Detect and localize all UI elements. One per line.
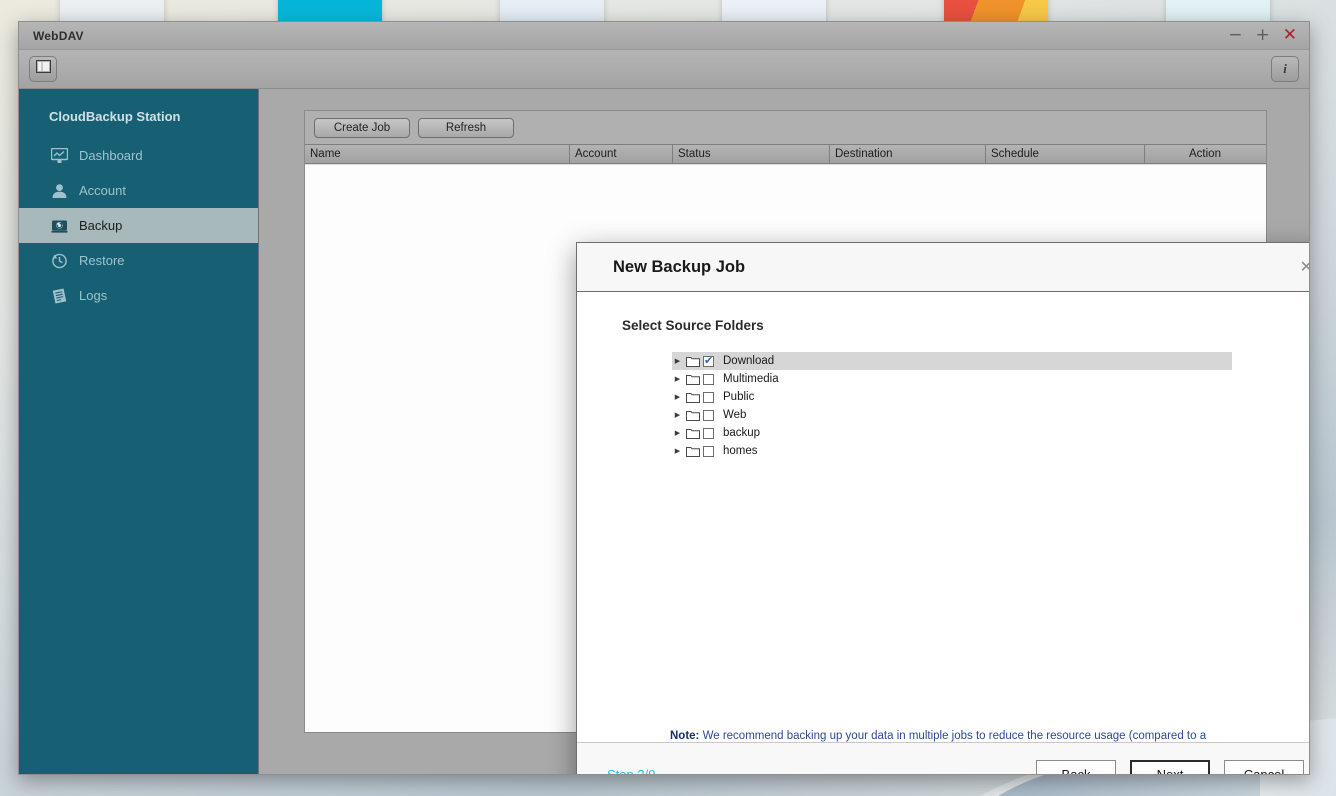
- expand-chevron-icon[interactable]: ▶: [672, 411, 683, 419]
- sidebar-item-dashboard[interactable]: Dashboard: [19, 138, 258, 173]
- folder-icon: [686, 391, 700, 403]
- minimize-icon[interactable]: −: [1228, 27, 1242, 44]
- sidebar-item-label: Restore: [79, 253, 125, 268]
- next-button[interactable]: Next: [1130, 759, 1210, 774]
- column-header-schedule[interactable]: Schedule: [986, 145, 1145, 163]
- desktop: WebDAV − + ✕ i CloudBackup Station Dashb…: [0, 0, 1336, 796]
- folder-checkbox[interactable]: [703, 409, 714, 421]
- sidebar-item-label: Dashboard: [79, 148, 143, 163]
- panel-toggle-icon: [35, 60, 51, 78]
- column-header-destination[interactable]: Destination: [830, 145, 986, 163]
- dashboard-icon: [51, 147, 68, 164]
- column-header-account[interactable]: Account: [570, 145, 673, 163]
- jobs-toolbar: Create Job Refresh: [305, 111, 1266, 144]
- tree-row-label: Public: [723, 391, 755, 403]
- new-backup-job-dialog: New Backup Job ✕ Select Source Folders ▶: [576, 242, 1309, 774]
- info-button[interactable]: i: [1271, 56, 1299, 82]
- sidebar-item-account[interactable]: Account: [19, 173, 258, 208]
- dialog-close-icon[interactable]: ✕: [1300, 259, 1309, 275]
- folder-checkbox[interactable]: [703, 445, 714, 457]
- folder-icon: [686, 373, 700, 385]
- clock-restore-icon: [51, 252, 68, 269]
- backup-drive-icon: [51, 217, 68, 234]
- window-body: CloudBackup Station Dashboard Account Ba…: [19, 89, 1309, 774]
- folder-icon: [686, 445, 700, 457]
- folder-icon: [686, 427, 700, 439]
- sidebar-item-backup[interactable]: Backup: [19, 208, 258, 243]
- expand-chevron-icon[interactable]: ▶: [672, 429, 683, 437]
- content-area: Create Job Refresh Name Account Status D…: [259, 89, 1309, 774]
- column-header-name[interactable]: Name: [305, 145, 570, 163]
- window-controls: − + ✕: [1228, 27, 1303, 44]
- refresh-button[interactable]: Refresh: [418, 117, 514, 138]
- sidebar-item-logs[interactable]: Logs: [19, 278, 258, 313]
- maximize-icon[interactable]: +: [1256, 27, 1270, 44]
- user-icon: [51, 182, 68, 199]
- folder-icon: [686, 355, 700, 367]
- sidebar: CloudBackup Station Dashboard Account Ba…: [19, 89, 259, 774]
- section-title: Select Source Folders: [622, 318, 764, 333]
- sidebar-item-label: Logs: [79, 288, 108, 303]
- folder-checkbox[interactable]: [703, 373, 714, 385]
- tree-row-label: homes: [723, 445, 758, 457]
- tree-row[interactable]: ▶ Multimedia: [672, 370, 1232, 388]
- expand-chevron-icon[interactable]: ▶: [672, 447, 683, 455]
- folder-checkbox[interactable]: [703, 354, 714, 367]
- expand-chevron-icon[interactable]: ▶: [672, 375, 683, 383]
- expand-chevron-icon[interactable]: ▶: [672, 393, 683, 401]
- tree-row[interactable]: ▶ backup: [672, 424, 1232, 442]
- source-folder-tree: ▶ Download ▶: [672, 352, 1232, 460]
- column-header-action[interactable]: Action: [1145, 145, 1265, 163]
- application-window: WebDAV − + ✕ i CloudBackup Station Dashb…: [18, 21, 1310, 775]
- tree-row[interactable]: ▶ Public: [672, 388, 1232, 406]
- note-body: We recommend backing up your data in mul…: [702, 730, 1207, 742]
- cancel-button[interactable]: Cancel: [1224, 759, 1304, 774]
- tree-row-label: backup: [723, 427, 761, 439]
- logs-icon: [51, 287, 68, 304]
- dialog-body: Select Source Folders ▶ Download: [577, 292, 1309, 742]
- sidebar-item-restore[interactable]: Restore: [19, 243, 258, 278]
- app-toolbar: i: [19, 50, 1309, 89]
- sidebar-item-label: Account: [79, 183, 126, 198]
- note-prefix: Note:: [670, 730, 700, 742]
- tree-row[interactable]: ▶ Web: [672, 406, 1232, 424]
- column-header-status[interactable]: Status: [673, 145, 830, 163]
- dialog-header: New Backup Job ✕: [577, 243, 1309, 292]
- dialog-title: New Backup Job: [613, 257, 746, 276]
- sidebar-app-title: CloudBackup Station: [49, 109, 181, 124]
- note-text: Note: We recommend backing up your data …: [670, 724, 1232, 742]
- back-button[interactable]: Back: [1036, 759, 1116, 774]
- expand-chevron-icon[interactable]: ▶: [672, 357, 683, 365]
- close-icon[interactable]: ✕: [1283, 27, 1297, 44]
- sidebar-item-label: Backup: [79, 218, 123, 233]
- dialog-actions: Back Next Cancel: [1036, 759, 1304, 774]
- dialog-footer: Step 2/9 Back Next Cancel: [577, 742, 1309, 774]
- folder-checkbox[interactable]: [703, 391, 714, 403]
- create-job-button[interactable]: Create Job: [314, 117, 410, 138]
- window-title: WebDAV: [33, 28, 84, 43]
- tree-row-label: Download: [723, 355, 775, 367]
- folder-icon: [686, 409, 700, 421]
- window-titlebar: WebDAV − + ✕: [19, 22, 1309, 50]
- tree-row-label: Multimedia: [723, 373, 779, 385]
- tree-row-label: Web: [723, 409, 747, 421]
- panel-toggle-button[interactable]: [29, 56, 57, 82]
- tree-row[interactable]: ▶ homes: [672, 442, 1232, 460]
- jobs-table-header: Name Account Status Destination Schedule…: [305, 144, 1266, 164]
- info-icon: i: [1283, 61, 1287, 76]
- step-indicator: Step 2/9: [607, 767, 655, 774]
- tree-row[interactable]: ▶ Download: [672, 352, 1232, 370]
- folder-checkbox[interactable]: [703, 427, 714, 439]
